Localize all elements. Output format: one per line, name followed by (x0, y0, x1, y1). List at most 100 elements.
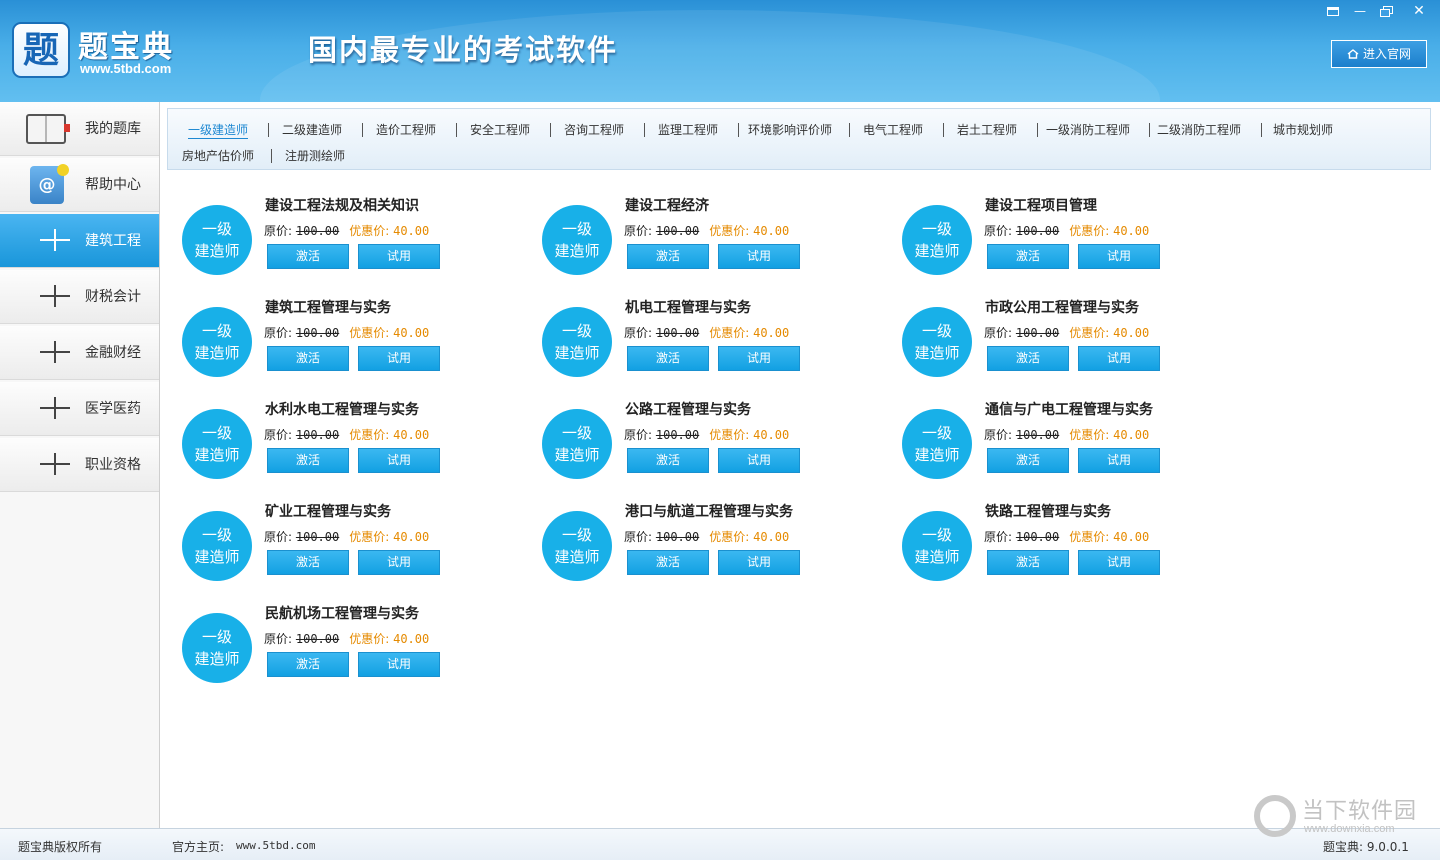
product-card: 一级 建造师 建筑工程管理与实务 原价: 100.00 优惠价: 40.00 激活 试用 (167, 297, 507, 387)
category-separator (1037, 123, 1038, 137)
enter-website-button[interactable]: 进入官网 (1331, 40, 1427, 68)
window-menu-icon[interactable] (1320, 2, 1346, 20)
activate-button[interactable]: 激活 (987, 346, 1069, 371)
activate-button[interactable]: 激活 (627, 550, 709, 575)
plus-icon (40, 229, 70, 251)
level-badge: 一级 建造师 (542, 307, 612, 377)
trial-button[interactable]: 试用 (718, 448, 800, 473)
product-title: 水利水电工程管理与实务 (265, 402, 419, 418)
activate-button[interactable]: 激活 (627, 346, 709, 371)
category-separator (550, 123, 551, 137)
sidebar-item-finance[interactable]: 金融财经 (0, 326, 159, 380)
enter-website-label: 进入官网 (1362, 47, 1411, 61)
restore-icon[interactable] (1374, 2, 1400, 20)
category-tab[interactable]: 注册测绘师 (285, 147, 345, 164)
category-tab[interactable]: 岩土工程师 (957, 121, 1017, 138)
sidebar-item-label: 建筑工程 (85, 233, 141, 249)
original-price-label: 原价: (264, 530, 293, 544)
category-tab[interactable]: 一级消防工程师 (1046, 121, 1130, 138)
category-tab[interactable]: 电气工程师 (863, 121, 923, 138)
activate-button[interactable]: 激活 (987, 550, 1069, 575)
category-tab[interactable]: 二级建造师 (282, 121, 342, 138)
price-row: 原价: 100.00 优惠价: 40.00 (984, 528, 1149, 545)
activate-button[interactable]: 激活 (267, 550, 349, 575)
original-price: 100.00 (1015, 224, 1060, 238)
sale-price-label: 优惠价: (1069, 428, 1110, 442)
category-tab[interactable]: 造价工程师 (376, 121, 436, 138)
plus-icon (40, 453, 70, 475)
sidebar: 我的题库 @ 帮助中心 建筑工程 财税会计 金融财经 医学医药 职业资格 (0, 102, 160, 828)
trial-button[interactable]: 试用 (1078, 346, 1160, 371)
category-tab[interactable]: 二级消防工程师 (1157, 121, 1241, 138)
activate-button[interactable]: 激活 (987, 244, 1069, 269)
badge-line2: 建造师 (554, 344, 600, 362)
badge-line1: 一级 (201, 424, 232, 442)
original-price-label: 原价: (624, 530, 653, 544)
original-price: 100.00 (1015, 530, 1060, 544)
trial-button[interactable]: 试用 (718, 550, 800, 575)
category-tab[interactable]: 城市规划师 (1273, 121, 1333, 138)
minimize-icon[interactable]: — (1347, 2, 1373, 20)
badge-line2: 建造师 (194, 242, 240, 260)
sidebar-item-vocational[interactable]: 职业资格 (0, 438, 159, 492)
price-row: 原价: 100.00 优惠价: 40.00 (624, 426, 789, 443)
activate-button[interactable]: 激活 (627, 244, 709, 269)
badge-line2: 建造师 (194, 548, 240, 566)
sale-price-label: 优惠价: (349, 428, 390, 442)
badge-line1: 一级 (201, 220, 232, 238)
trial-button[interactable]: 试用 (358, 550, 440, 575)
trial-button[interactable]: 试用 (718, 346, 800, 371)
category-separator (644, 123, 645, 137)
badge-line2: 建造师 (914, 344, 960, 362)
original-price: 100.00 (655, 326, 700, 340)
original-price: 100.00 (295, 326, 340, 340)
trial-button[interactable]: 试用 (358, 448, 440, 473)
product-card: 一级 建造师 建设工程法规及相关知识 原价: 100.00 优惠价: 40.00 激活 试用 (167, 195, 507, 285)
original-price: 100.00 (295, 530, 340, 544)
original-price: 100.00 (655, 224, 700, 238)
category-tab-level1-constructor[interactable]: 一级建造师 (188, 121, 249, 139)
sale-price-label: 优惠价: (709, 428, 750, 442)
trial-button[interactable]: 试用 (358, 346, 440, 371)
category-tab[interactable]: 环境影响评价师 (748, 121, 832, 138)
trial-button[interactable]: 试用 (1078, 448, 1160, 473)
category-tab[interactable]: 监理工程师 (658, 121, 718, 138)
sidebar-item-help[interactable]: @ 帮助中心 (0, 158, 159, 212)
category-tab[interactable]: 安全工程师 (470, 121, 530, 138)
category-tab[interactable]: 房地产估价师 (182, 147, 254, 164)
original-price: 100.00 (295, 224, 340, 238)
activate-button[interactable]: 激活 (267, 346, 349, 371)
sale-price-label: 优惠价: (1069, 326, 1110, 340)
close-icon[interactable]: ✕ (1406, 2, 1432, 20)
activate-button[interactable]: 激活 (987, 448, 1069, 473)
activate-button[interactable]: 激活 (267, 244, 349, 269)
book-icon (26, 114, 70, 144)
sidebar-item-tax-accounting[interactable]: 财税会计 (0, 270, 159, 324)
sidebar-item-my-bank[interactable]: 我的题库 (0, 102, 159, 156)
product-card: 一级 建造师 矿业工程管理与实务 原价: 100.00 优惠价: 40.00 激活 试用 (167, 501, 507, 591)
activate-button[interactable]: 激活 (267, 652, 349, 677)
product-title: 矿业工程管理与实务 (265, 504, 391, 520)
activate-button[interactable]: 激活 (267, 448, 349, 473)
badge-line2: 建造师 (194, 650, 240, 668)
homepage-link[interactable]: www.5tbd.com (236, 838, 315, 852)
original-price-label: 原价: (984, 224, 1013, 238)
trial-button[interactable]: 试用 (358, 244, 440, 269)
sidebar-item-medicine[interactable]: 医学医药 (0, 382, 159, 436)
product-title: 机电工程管理与实务 (625, 300, 751, 316)
activate-button[interactable]: 激活 (627, 448, 709, 473)
trial-button[interactable]: 试用 (1078, 550, 1160, 575)
sidebar-item-label: 帮助中心 (85, 177, 141, 193)
trial-button[interactable]: 试用 (718, 244, 800, 269)
watermark-url: www.downxia.com (1304, 823, 1395, 835)
product-card: 一级 建造师 建设工程项目管理 原价: 100.00 优惠价: 40.00 激活 试用 (887, 195, 1227, 285)
price-row: 原价: 100.00 优惠价: 40.00 (264, 222, 429, 239)
badge-line2: 建造师 (554, 548, 600, 566)
category-tab[interactable]: 咨询工程师 (564, 121, 624, 138)
price-row: 原价: 100.00 优惠价: 40.00 (264, 324, 429, 341)
trial-button[interactable]: 试用 (358, 652, 440, 677)
price-row: 原价: 100.00 优惠价: 40.00 (984, 324, 1149, 341)
badge-line2: 建造师 (194, 446, 240, 464)
sidebar-item-construction[interactable]: 建筑工程 (0, 214, 159, 268)
trial-button[interactable]: 试用 (1078, 244, 1160, 269)
